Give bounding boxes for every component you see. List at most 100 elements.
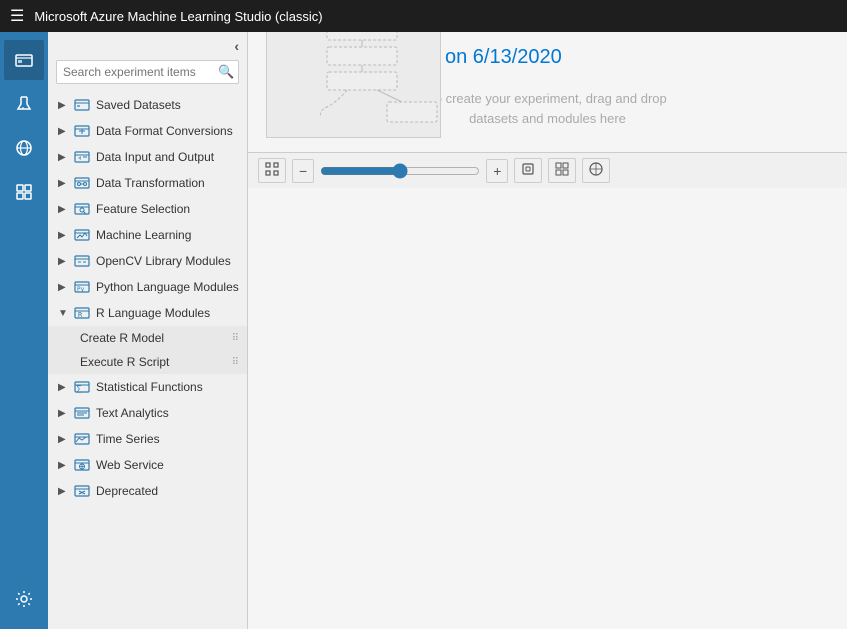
machine-learning-label: Machine Learning <box>96 228 239 242</box>
zoom-in-button[interactable]: + <box>486 159 508 183</box>
arrow-icon: ▶ <box>58 408 68 419</box>
collapse-button[interactable]: ‹ <box>234 38 239 54</box>
feature-selection-label: Feature Selection <box>96 202 239 216</box>
icon-sidebar <box>0 32 48 629</box>
sidebar-globe-btn[interactable] <box>4 128 44 168</box>
data-input-icon <box>74 149 90 165</box>
search-icon: 🔍 <box>218 64 234 80</box>
deprecated-icon <box>74 483 90 499</box>
tree-item-statistical[interactable]: ▶ ∑ Statistical Functions <box>48 374 247 400</box>
drag-handle-icon: ⠿ <box>232 333 239 344</box>
arrow-icon: ▶ <box>58 126 68 137</box>
svg-text:Py: Py <box>77 286 85 293</box>
tree-item-web-service[interactable]: ▶ Web Service <box>48 452 247 478</box>
tree-item-data-format[interactable]: ▶ Data Format Conversions <box>48 118 247 144</box>
main-layout: ‹ 🔍 ▶ Saved Datasets ▶ Data Format Conve… <box>0 32 847 629</box>
zoom-out-icon: − <box>299 163 307 179</box>
arrow-icon: ▶ <box>58 230 68 241</box>
python-icon: Py <box>74 279 90 295</box>
arrow-icon: ▶ <box>58 382 68 393</box>
time-series-label: Time Series <box>96 432 239 446</box>
time-series-icon <box>74 431 90 447</box>
tree-list: ▶ Saved Datasets ▶ Data Format Conversio… <box>48 92 247 629</box>
r-language-icon: R <box>74 305 90 321</box>
tree-item-saved-datasets[interactable]: ▶ Saved Datasets <box>48 92 247 118</box>
create-r-model-label: Create R Model <box>80 331 164 345</box>
drag-handle-icon: ⠿ <box>232 357 239 368</box>
tree-item-python[interactable]: ▶ Py Python Language Modules <box>48 274 247 300</box>
mini-map-svg <box>267 32 442 137</box>
tree-item-data-input[interactable]: ▶ Data Input and Output <box>48 144 247 170</box>
titlebar: ☰ Microsoft Azure Machine Learning Studi… <box>0 0 847 32</box>
tree-item-time-series[interactable]: ▶ Time Series <box>48 426 247 452</box>
tree-item-deprecated[interactable]: ▶ Deprecated <box>48 478 247 504</box>
zoom-slider-container <box>320 163 480 179</box>
machine-learning-icon <box>74 227 90 243</box>
fit-screen-icon <box>521 162 535 176</box>
search-input[interactable] <box>63 65 218 79</box>
zoom-slider[interactable] <box>320 163 480 179</box>
web-service-label: Web Service <box>96 458 239 472</box>
sidebar-settings-btn[interactable] <box>4 579 44 619</box>
data-format-icon <box>74 123 90 139</box>
data-input-label: Data Input and Output <box>96 150 239 164</box>
arrow-icon: ▶ <box>58 100 68 111</box>
sidebar-flask-btn[interactable] <box>4 84 44 124</box>
tree-item-feature-selection[interactable]: ▶ Feature Selection <box>48 196 247 222</box>
zoom-in-icon: + <box>493 163 501 179</box>
r-language-label: R Language Modules <box>96 306 239 320</box>
sidebar-dataset-btn[interactable] <box>4 40 44 80</box>
app-title: Microsoft Azure Machine Learning Studio … <box>34 9 322 24</box>
tree-item-r-language[interactable]: ▼ R R Language Modules <box>48 300 247 326</box>
text-analytics-icon <box>74 405 90 421</box>
panel-header: ‹ <box>48 32 247 60</box>
search-box[interactable]: 🔍 <box>56 60 239 84</box>
text-analytics-label: Text Analytics <box>96 406 239 420</box>
grid-button[interactable] <box>548 158 576 183</box>
arrow-icon: ▶ <box>58 256 68 267</box>
left-panel: ‹ 🔍 ▶ Saved Datasets ▶ Data Format Conve… <box>48 32 248 629</box>
sub-item-create-r-model[interactable]: Create R Model ⠿ <box>48 326 247 350</box>
statistical-icon: ∑ <box>74 379 90 395</box>
sidebar-package-btn[interactable] <box>4 172 44 212</box>
canvas-area[interactable]: Experiment created on 6/13/2020 To creat… <box>248 32 847 629</box>
svg-text:∑: ∑ <box>76 384 82 393</box>
tree-item-text-analytics[interactable]: ▶ Text Analytics <box>48 400 247 426</box>
feature-selection-icon <box>74 201 90 217</box>
web-service-icon <box>74 457 90 473</box>
zoom-out-button[interactable]: − <box>292 159 314 183</box>
opencv-label: OpenCV Library Modules <box>96 254 239 268</box>
arrow-icon: ▼ <box>58 308 68 319</box>
tree-item-machine-learning[interactable]: ▶ Machine Learning <box>48 222 247 248</box>
fit-button[interactable] <box>258 158 286 183</box>
mini-map-body <box>267 32 440 137</box>
arrow-icon: ▶ <box>58 460 68 471</box>
data-transform-label: Data Transformation <box>96 176 239 190</box>
data-transform-icon <box>74 175 90 191</box>
grid-icon <box>555 162 569 176</box>
hamburger-icon[interactable]: ☰ <box>10 6 24 26</box>
arrow-icon: ▶ <box>58 282 68 293</box>
mini-map: Mini Map ▼ <box>266 32 441 138</box>
deprecated-label: Deprecated <box>96 484 239 498</box>
saved-datasets-label: Saved Datasets <box>96 98 239 112</box>
fit-icon <box>265 162 279 176</box>
execute-r-script-label: Execute R Script <box>80 355 169 369</box>
arrow-icon: ▶ <box>58 486 68 497</box>
arrow-icon: ▶ <box>58 178 68 189</box>
tree-item-opencv[interactable]: ▶ OpenCV Library Modules <box>48 248 247 274</box>
arrow-icon: ▶ <box>58 434 68 445</box>
arrow-icon: ▶ <box>58 152 68 163</box>
compass-icon <box>589 162 603 176</box>
bottom-toolbar: − + <box>248 152 847 188</box>
sub-item-execute-r-script[interactable]: Execute R Script ⠿ <box>48 350 247 374</box>
opencv-icon <box>74 253 90 269</box>
tree-item-data-transform[interactable]: ▶ Data Transformation <box>48 170 247 196</box>
compass-button[interactable] <box>582 158 610 183</box>
fit-screen-button[interactable] <box>514 158 542 183</box>
python-label: Python Language Modules <box>96 280 239 294</box>
saved-datasets-icon <box>74 97 90 113</box>
data-format-label: Data Format Conversions <box>96 124 239 138</box>
statistical-label: Statistical Functions <box>96 380 239 394</box>
arrow-icon: ▶ <box>58 204 68 215</box>
